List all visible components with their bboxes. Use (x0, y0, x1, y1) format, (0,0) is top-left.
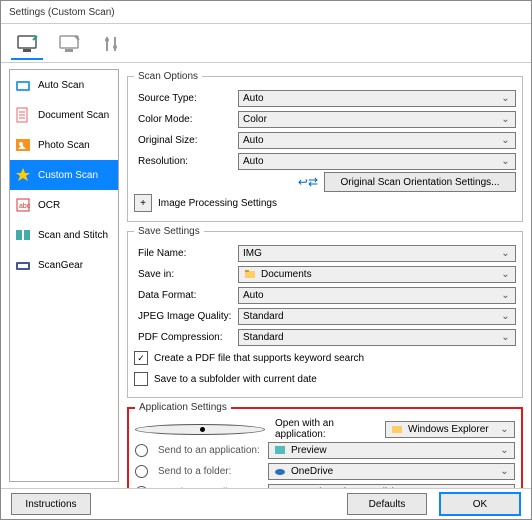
sidebar-item-label: Auto Scan (38, 80, 84, 91)
scan-options-legend: Scan Options (134, 71, 202, 82)
attach-email-select[interactable]: None (Attach Manually)⌄ (268, 484, 515, 489)
chevron-down-icon: ⌄ (498, 288, 513, 303)
sidebar-item-scan-and-stitch[interactable]: Scan and Stitch (10, 220, 118, 250)
sidebar-item-ocr[interactable]: abc OCR (10, 190, 118, 220)
tab-scan-to-computer[interactable] (53, 28, 85, 58)
source-type-select[interactable]: Auto⌄ (238, 90, 516, 107)
explorer-icon (390, 422, 404, 436)
original-size-label: Original Size: (134, 135, 238, 146)
expand-image-processing-button[interactable]: + (134, 194, 152, 212)
photo-scan-icon (14, 136, 32, 154)
chevron-down-icon: ⌄ (498, 112, 513, 127)
document-scan-icon (14, 106, 32, 124)
custom-scan-icon (14, 166, 32, 184)
auto-scan-icon (14, 76, 32, 94)
pdf-keyword-label: Create a PDF file that supports keyword … (154, 353, 364, 364)
ok-button[interactable]: OK (439, 492, 521, 516)
chevron-down-icon: ⌄ (498, 246, 513, 261)
chevron-down-icon: ⌄ (498, 330, 513, 345)
sidebar-item-label: OCR (38, 200, 60, 211)
scan-options-group: Scan Options Source Type: Auto⌄ Color Mo… (127, 71, 523, 222)
file-name-label: File Name: (134, 248, 238, 259)
open-with-app-select[interactable]: Windows Explorer⌄ (385, 421, 515, 438)
save-in-label: Save in: (134, 269, 238, 280)
onedrive-icon (273, 464, 287, 478)
orientation-settings-button[interactable]: Original Scan Orientation Settings... (324, 172, 516, 192)
sidebar-item-label: ScanGear (38, 260, 83, 271)
save-settings-group: Save Settings File Name: IMG⌄ Save in: D… (127, 226, 523, 398)
folder-icon (243, 267, 257, 281)
ocr-icon: abc (14, 196, 32, 214)
image-processing-label: Image Processing Settings (158, 198, 277, 209)
send-to-app-radio[interactable] (135, 444, 148, 457)
sidebar-item-custom-scan[interactable]: Custom Scan (10, 160, 118, 190)
chevron-down-icon: ⌄ (498, 133, 513, 148)
chevron-down-icon: ⌄ (498, 154, 513, 169)
footer: Instructions Defaults OK (1, 488, 531, 519)
sidebar-item-photo-scan[interactable]: Photo Scan (10, 130, 118, 160)
file-name-input[interactable]: IMG⌄ (238, 245, 516, 262)
sidebar-item-label: Custom Scan (38, 170, 98, 181)
chevron-down-icon: ⌄ (498, 267, 513, 282)
subfolder-label: Save to a subfolder with current date (154, 374, 317, 385)
sidebar-item-label: Document Scan (38, 110, 109, 121)
send-to-folder-select[interactable]: OneDrive⌄ (268, 463, 515, 480)
color-mode-select[interactable]: Color⌄ (238, 111, 516, 128)
sidebar-item-label: Photo Scan (38, 140, 90, 151)
send-to-app-select[interactable]: Preview⌄ (268, 442, 515, 459)
settings-window: Settings (Custom Scan) Auto Scan Documen… (0, 0, 532, 520)
preview-icon (273, 443, 287, 457)
open-with-app-label: Open with an application: (271, 418, 385, 440)
sidebar-item-scangear[interactable]: ScanGear (10, 250, 118, 280)
pdf-compression-label: PDF Compression: (134, 332, 238, 343)
send-to-app-label: Send to an application: (154, 445, 268, 456)
open-with-app-radio[interactable] (135, 424, 265, 435)
color-mode-label: Color Mode: (134, 114, 238, 125)
jpeg-quality-select[interactable]: Standard⌄ (238, 308, 516, 325)
sidebar-item-label: Scan and Stitch (38, 230, 108, 241)
titlebar: Settings (Custom Scan) (1, 1, 531, 24)
top-toolbar (1, 24, 531, 63)
chevron-down-icon: ⌄ (497, 443, 512, 458)
chevron-down-icon: ⌄ (497, 464, 512, 479)
stitch-icon (14, 226, 32, 244)
save-settings-legend: Save Settings (134, 226, 204, 237)
sidebar: Auto Scan Document Scan Photo Scan Custo… (9, 69, 119, 482)
pdf-compression-select[interactable]: Standard⌄ (238, 329, 516, 346)
pdf-keyword-checkbox[interactable]: ✓ (134, 351, 148, 365)
chevron-down-icon: ⌄ (497, 422, 512, 437)
chevron-down-icon: ⌄ (497, 485, 512, 489)
source-type-label: Source Type: (134, 93, 238, 104)
save-in-select[interactable]: Documents⌄ (238, 266, 516, 283)
jpeg-quality-label: JPEG Image Quality: (134, 311, 238, 322)
instructions-button[interactable]: Instructions (11, 493, 91, 515)
application-settings-group: Application Settings Open with an applic… (127, 402, 523, 488)
sidebar-item-auto-scan[interactable]: Auto Scan (10, 70, 118, 100)
sidebar-item-document-scan[interactable]: Document Scan (10, 100, 118, 130)
main-panel: Scan Options Source Type: Auto⌄ Color Mo… (123, 63, 531, 488)
chevron-down-icon: ⌄ (498, 91, 513, 106)
svg-text:abc: abc (19, 203, 31, 210)
subfolder-checkbox[interactable] (134, 372, 148, 386)
defaults-button[interactable]: Defaults (347, 493, 427, 515)
application-settings-legend: Application Settings (135, 402, 231, 413)
tab-tools[interactable] (95, 28, 127, 58)
scangear-icon (14, 256, 32, 274)
chevron-down-icon: ⌄ (498, 309, 513, 324)
original-size-select[interactable]: Auto⌄ (238, 132, 516, 149)
data-format-select[interactable]: Auto⌄ (238, 287, 516, 304)
resolution-select[interactable]: Auto⌄ (238, 153, 516, 170)
swap-icon[interactable]: ↩⇄ (298, 175, 318, 189)
send-to-folder-label: Send to a folder: (154, 466, 268, 477)
resolution-label: Resolution: (134, 156, 238, 167)
tab-scan-from-computer[interactable] (11, 28, 43, 60)
window-title: Settings (Custom Scan) (9, 7, 115, 18)
mail-icon (273, 485, 287, 488)
data-format-label: Data Format: (134, 290, 238, 301)
send-to-folder-radio[interactable] (135, 465, 148, 478)
